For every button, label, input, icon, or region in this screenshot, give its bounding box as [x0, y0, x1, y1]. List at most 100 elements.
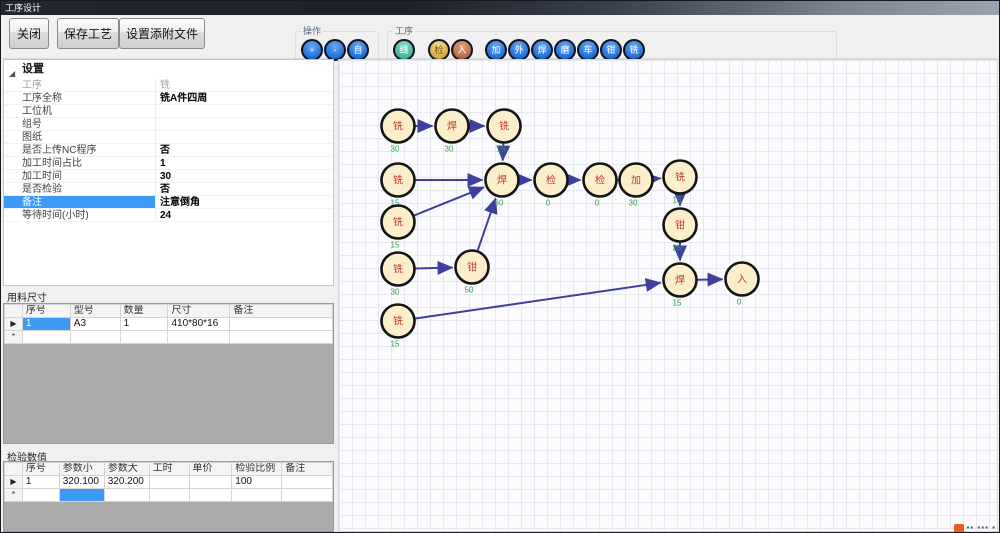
column-header[interactable]: 备注: [282, 463, 333, 476]
property-value[interactable]: 注意倒角: [156, 196, 333, 208]
table-cell[interactable]: [22, 331, 70, 344]
process-node-铣[interactable]: 铣30: [382, 253, 415, 297]
table-cell[interactable]: [230, 318, 333, 331]
column-header[interactable]: 型号: [70, 305, 120, 318]
property-row[interactable]: 组号: [4, 118, 333, 131]
property-grid[interactable]: ◢ 设置 工序铣工序全称铣A件四周工位机组号图纸是否上传NC程序否加工时间占比1…: [3, 59, 334, 286]
process-line-button[interactable]: 线: [393, 39, 415, 61]
table-cell[interactable]: [189, 476, 232, 489]
table-cell[interactable]: 1: [22, 476, 59, 489]
property-value[interactable]: 30: [156, 170, 333, 182]
row-selector[interactable]: ▶: [5, 318, 23, 331]
column-header[interactable]: 备注: [230, 305, 333, 318]
column-header[interactable]: 工时: [149, 463, 189, 476]
process-node-检[interactable]: 检0: [535, 164, 568, 208]
table-cell[interactable]: 320.100: [59, 476, 104, 489]
process-mill-button[interactable]: 铣: [623, 39, 645, 61]
process-outsource-button[interactable]: 外: [508, 39, 530, 61]
property-row[interactable]: 工序铣: [4, 79, 333, 92]
process-node-铣[interactable]: 铣15: [664, 161, 697, 205]
table-cell[interactable]: [70, 331, 120, 344]
property-row[interactable]: 加工时间占比1: [4, 157, 333, 170]
process-weld-button[interactable]: 焊: [531, 39, 553, 61]
property-value[interactable]: [156, 131, 333, 143]
auto-button[interactable]: 自: [347, 39, 369, 61]
collapse-icon[interactable]: ◢: [9, 64, 15, 83]
column-header[interactable]: 序号: [22, 305, 70, 318]
column-header[interactable]: 参数小: [59, 463, 104, 476]
process-storage-button[interactable]: 入: [451, 39, 473, 61]
property-category-header[interactable]: ◢ 设置: [4, 60, 333, 79]
process-node-铣[interactable]: 铣15: [382, 164, 415, 208]
process-node-钳[interactable]: 钳25: [664, 209, 697, 253]
process-node-入[interactable]: 入0: [726, 263, 759, 307]
property-row[interactable]: 等待时间(小时)24: [4, 209, 333, 222]
property-row[interactable]: 是否检验否: [4, 183, 333, 196]
process-fitter-button[interactable]: 钳: [600, 39, 622, 61]
table-cell[interactable]: 1: [120, 318, 168, 331]
process-node-加[interactable]: 加30: [620, 164, 653, 208]
column-header[interactable]: 参数大: [104, 463, 149, 476]
property-row[interactable]: 是否上传NC程序否: [4, 144, 333, 157]
property-value[interactable]: [156, 105, 333, 117]
table-cell[interactable]: [168, 331, 230, 344]
process-node-铣[interactable]: 铣15: [382, 305, 415, 349]
property-row[interactable]: 工位机: [4, 105, 333, 118]
row-selector[interactable]: *: [5, 331, 23, 344]
table-row[interactable]: *: [5, 331, 333, 344]
table-cell[interactable]: [120, 331, 168, 344]
set-attachment-button[interactable]: 设置添附文件: [119, 18, 205, 49]
process-node-铣[interactable]: 铣30: [382, 110, 415, 154]
titlebar[interactable]: 工序设计: [1, 1, 999, 15]
row-selector[interactable]: ▶: [5, 476, 23, 489]
property-value[interactable]: 否: [156, 183, 333, 195]
process-machining-button[interactable]: 加: [485, 39, 507, 61]
process-node-钳[interactable]: 钳50: [456, 251, 489, 295]
table-cell[interactable]: [189, 489, 232, 502]
property-value[interactable]: 否: [156, 144, 333, 156]
table-cell[interactable]: 320.200: [104, 476, 149, 489]
table-cell[interactable]: [230, 331, 333, 344]
process-node-焊[interactable]: 焊30: [436, 110, 469, 154]
property-row[interactable]: 加工时间30: [4, 170, 333, 183]
table-row[interactable]: ▶1A31410*80*16: [5, 318, 333, 331]
process-node-焊[interactable]: 焊15: [664, 264, 697, 308]
row-selector[interactable]: *: [5, 489, 23, 502]
table-cell[interactable]: [282, 476, 333, 489]
process-inspect-button[interactable]: 检: [428, 39, 450, 61]
process-node-检[interactable]: 检0: [584, 164, 617, 208]
process-node-铣[interactable]: 铣15: [382, 206, 415, 250]
table-cell[interactable]: [22, 489, 59, 502]
table-cell[interactable]: 100: [232, 476, 282, 489]
save-process-button[interactable]: 保存工艺: [57, 18, 119, 49]
inspection-table[interactable]: 序号参数小参数大工时单价检验比例备注 ▶1320.100320.200 100 *: [3, 461, 334, 532]
table-row[interactable]: *: [5, 489, 333, 502]
property-row[interactable]: 备注注意倒角: [4, 196, 333, 209]
table-cell[interactable]: [59, 489, 104, 502]
column-header[interactable]: 尺寸: [168, 305, 230, 318]
property-value[interactable]: 1: [156, 157, 333, 169]
process-turn-button[interactable]: 车: [577, 39, 599, 61]
table-cell[interactable]: [104, 489, 149, 502]
table-cell[interactable]: [282, 489, 333, 502]
property-value[interactable]: 24: [156, 209, 333, 221]
column-header[interactable]: 检验比例: [232, 463, 282, 476]
process-node-焊[interactable]: 焊60: [486, 164, 519, 208]
property-row[interactable]: 图纸: [4, 131, 333, 144]
remove-node-button[interactable]: -: [324, 39, 346, 61]
table-cell[interactable]: A3: [70, 318, 120, 331]
table-cell[interactable]: [232, 489, 282, 502]
process-node-铣[interactable]: 铣15: [488, 110, 521, 154]
property-value[interactable]: [156, 118, 333, 130]
property-row[interactable]: 工序全称铣A件四周: [4, 92, 333, 105]
column-header[interactable]: 数量: [120, 305, 168, 318]
add-node-button[interactable]: +: [301, 39, 323, 61]
material-table[interactable]: 序号型号数量尺寸备注▶1A31410*80*16*: [3, 303, 334, 444]
table-cell[interactable]: 1: [22, 318, 70, 331]
table-cell[interactable]: [149, 476, 189, 489]
process-grind-button[interactable]: 磨: [554, 39, 576, 61]
column-header[interactable]: 序号: [22, 463, 59, 476]
column-header[interactable]: 单价: [189, 463, 232, 476]
table-cell[interactable]: 410*80*16: [168, 318, 230, 331]
flow-canvas[interactable]: 铣30焊30铣15铣15焊60检0检0加30铣15铣15钳25铣30钳50焊15…: [338, 59, 998, 532]
